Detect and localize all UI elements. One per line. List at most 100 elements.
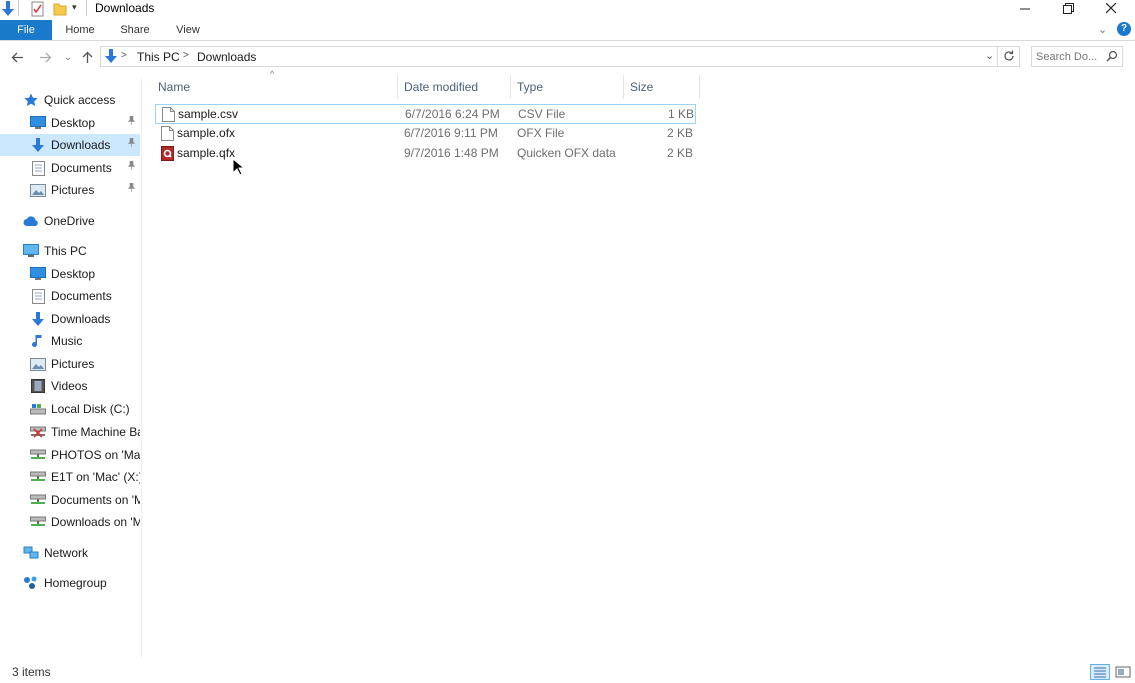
sidebar-item[interactable]: This PC <box>0 240 140 262</box>
pictures-icon <box>30 356 46 372</box>
quicken-file-icon <box>161 146 174 161</box>
file-type: Quicken OFX data <box>517 146 616 160</box>
file-name: sample.csv <box>178 107 239 121</box>
sidebar-item-label: Desktop <box>51 267 96 281</box>
sidebar-item[interactable]: Documents <box>0 157 140 179</box>
recent-locations-chevron-icon[interactable]: ⌄ <box>59 48 77 66</box>
address-bar[interactable]: > This PC > Downloads ⌄ <box>100 46 1020 67</box>
tab-home[interactable]: Home <box>58 20 102 40</box>
network-drive-icon <box>30 469 46 485</box>
sidebar-item[interactable]: Pictures <box>0 353 140 375</box>
computer-icon <box>23 243 39 259</box>
sidebar-item-label: Documents <box>51 161 112 175</box>
back-button[interactable] <box>8 48 26 66</box>
sidebar-item[interactable]: PHOTOS on 'Mac' <box>0 444 140 466</box>
breadcrumb-separator[interactable]: > <box>183 50 189 61</box>
file-type: OFX File <box>517 126 565 140</box>
sidebar-item[interactable]: Desktop <box>0 112 140 134</box>
sidebar-item[interactable]: Documents on 'M <box>0 489 140 511</box>
network-drive-icon <box>30 514 46 530</box>
sidebar-item[interactable]: Time Machine Ba <box>0 421 140 443</box>
column-size[interactable]: Size <box>624 75 700 99</box>
sidebar-item-label: Local Disk (C:) <box>51 402 130 416</box>
customize-qat-icon[interactable]: ▾ <box>72 2 77 13</box>
sidebar-item[interactable]: Pictures <box>0 179 140 201</box>
file-size: 2 KB <box>666 126 693 140</box>
sidebar-item[interactable]: Quick access <box>0 89 140 111</box>
sidebar-item[interactable]: Videos <box>0 375 140 397</box>
sidebar-item[interactable]: Music <box>0 330 140 352</box>
sidebar-item-label: Pictures <box>51 183 95 197</box>
properties-icon[interactable] <box>31 1 45 20</box>
refresh-icon[interactable] <box>1003 50 1015 65</box>
new-folder-icon[interactable] <box>53 1 67 20</box>
restore-button[interactable] <box>1048 0 1088 16</box>
tab-share[interactable]: Share <box>113 20 157 40</box>
sidebar-item[interactable]: E1T on 'Mac' (X:) <box>0 466 140 488</box>
minimize-button[interactable] <box>1005 0 1045 16</box>
tab-view[interactable]: View <box>166 20 210 40</box>
column-header: ^ Name Date modified Type Size <box>152 69 702 99</box>
status-item-count: 3 items <box>12 665 51 679</box>
close-button[interactable] <box>1091 0 1131 16</box>
search-box[interactable] <box>1031 46 1123 67</box>
column-type[interactable]: Type <box>511 75 624 99</box>
downloads-arrow-icon[interactable] <box>1 1 15 20</box>
pin-icon[interactable] <box>127 160 136 173</box>
music-note-icon <box>30 333 46 349</box>
sidebar-item[interactable]: Network <box>0 542 140 564</box>
cloud-icon <box>23 213 39 229</box>
sidebar-item[interactable]: Documents <box>0 285 140 307</box>
homegroup-icon <box>23 575 39 591</box>
sidebar-item-label: Videos <box>51 379 88 393</box>
sidebar-item-label: Documents on 'M <box>51 493 140 507</box>
desktop-icon <box>30 266 46 282</box>
sidebar-item[interactable]: Homegroup <box>0 572 140 594</box>
mouse-cursor-icon <box>232 157 246 179</box>
network-drive-disconnected-icon <box>30 424 46 440</box>
sidebar-item-label: OneDrive <box>44 214 95 228</box>
help-icon[interactable]: ? <box>1117 22 1131 36</box>
title-divider <box>86 0 87 16</box>
sidebar-item[interactable]: Downloads <box>0 308 140 330</box>
file-name: sample.ofx <box>177 126 236 140</box>
forward-button[interactable] <box>36 48 54 66</box>
star-icon <box>23 92 39 108</box>
sidebar-item-label: Time Machine Ba <box>51 425 140 439</box>
tab-file[interactable]: File <box>0 20 52 40</box>
sidebar-item-label: Pictures <box>51 357 95 371</box>
column-date-modified[interactable]: Date modified <box>398 75 511 99</box>
pin-icon[interactable] <box>127 115 136 128</box>
blank-file-icon <box>162 107 175 122</box>
details-view-button[interactable] <box>1090 664 1110 680</box>
pin-icon[interactable] <box>127 182 136 195</box>
pin-icon[interactable] <box>127 137 136 150</box>
sidebar-item-label: E1T on 'Mac' (X:) <box>51 470 140 484</box>
file-size: 2 KB <box>666 146 693 160</box>
title-divider <box>18 0 19 16</box>
search-input[interactable] <box>1036 49 1106 64</box>
details-view-icon <box>1094 667 1106 678</box>
large-icons-view-icon <box>1115 666 1131 678</box>
sidebar-item[interactable]: OneDrive <box>0 210 140 232</box>
file-name: sample.qfx <box>177 146 236 160</box>
column-name[interactable]: Name <box>152 75 398 99</box>
sidebar-item[interactable]: Downloads <box>0 134 140 156</box>
breadcrumb-downloads[interactable]: Downloads <box>197 50 256 64</box>
breadcrumb-separator[interactable]: > <box>121 50 127 61</box>
sidebar-item-label: PHOTOS on 'Mac' <box>51 448 140 462</box>
expand-ribbon-icon[interactable]: ⌄ <box>1098 23 1107 36</box>
up-button[interactable] <box>78 48 96 66</box>
sidebar-item[interactable]: Local Disk (C:) <box>0 398 140 420</box>
address-history-chevron-icon[interactable]: ⌄ <box>985 49 994 62</box>
search-icon[interactable] <box>1106 50 1118 65</box>
breadcrumb-this-pc[interactable]: This PC <box>137 50 180 64</box>
blank-file-icon <box>161 126 174 141</box>
file-row[interactable]: sample.csv 6/7/2016 6:24 PM CSV File 1 KB <box>155 104 696 124</box>
download-arrow-icon <box>30 137 46 153</box>
large-icons-view-button[interactable] <box>1114 664 1132 680</box>
sidebar-item[interactable]: Downloads on 'M <box>0 511 140 533</box>
file-row[interactable]: sample.ofx 6/7/2016 9:11 PM OFX File 2 KB <box>155 124 696 144</box>
file-date-modified: 9/7/2016 1:48 PM <box>404 146 499 160</box>
sidebar-item[interactable]: Desktop <box>0 263 140 285</box>
